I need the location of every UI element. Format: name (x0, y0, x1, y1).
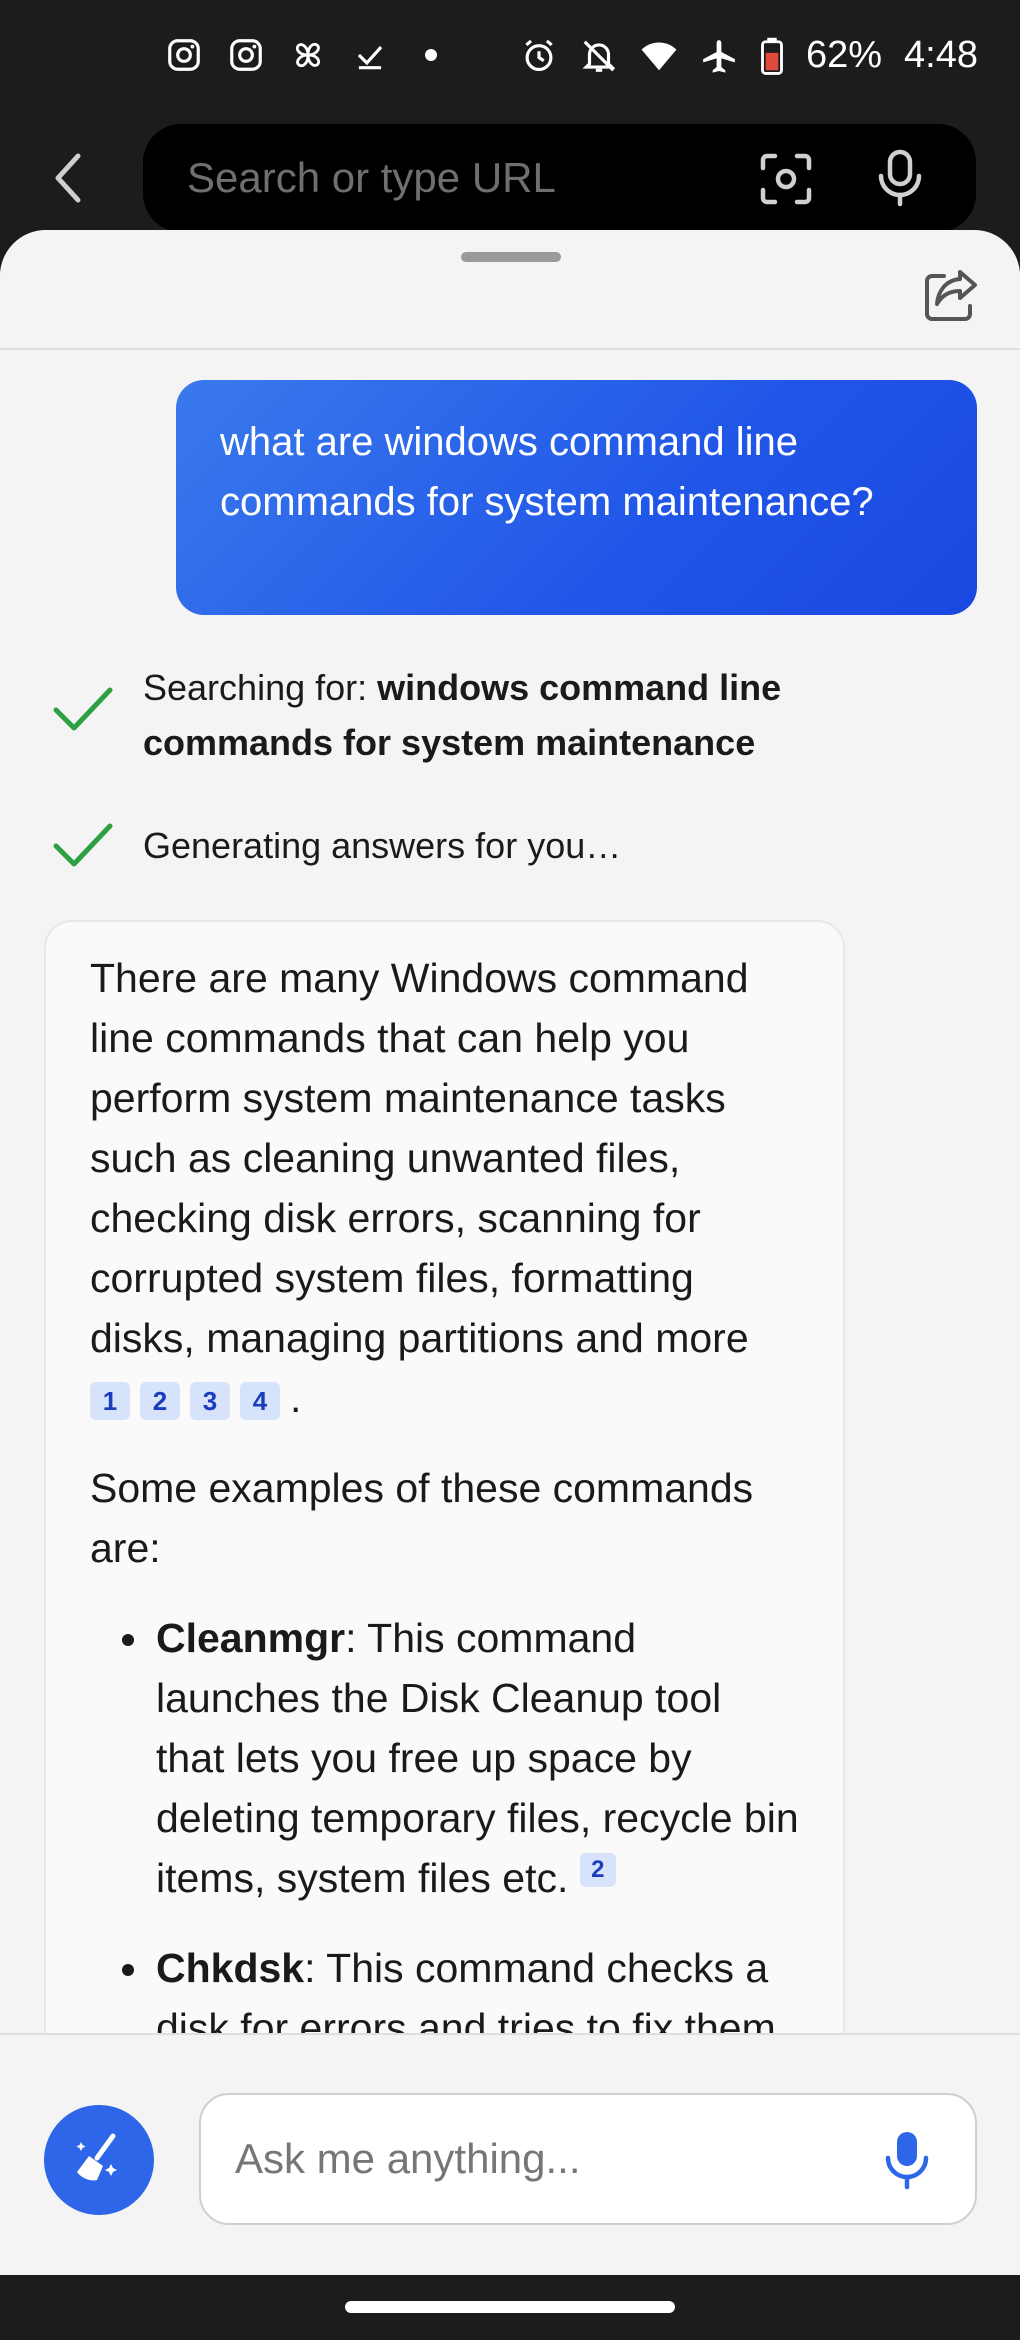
back-button[interactable] (40, 148, 100, 208)
list-item: Cleanmgr: This command launches the Disk… (90, 1608, 799, 1908)
voice-input-button[interactable] (881, 2129, 933, 2191)
ask-placeholder: Ask me anything... (235, 2135, 581, 2182)
broom-icon (76, 2133, 117, 2181)
share-button[interactable] (920, 264, 982, 326)
url-placeholder: Search or type URL (187, 154, 556, 201)
sheet-header (0, 230, 1020, 350)
chevron-left-icon (55, 153, 81, 203)
citation-badge[interactable]: 2 (140, 1382, 180, 1421)
search-step-text: Searching for: windows command line comm… (143, 660, 943, 770)
navigation-bar (0, 2275, 1020, 2340)
check-icon (351, 36, 389, 74)
examples-heading: Some examples of these commands are: (90, 1465, 754, 1571)
citation-badge[interactable]: 2 (579, 1853, 616, 1888)
share-icon (925, 270, 977, 321)
citation-badge[interactable]: 3 (190, 1382, 230, 1421)
url-input[interactable]: Search or type URL (143, 124, 976, 232)
instagram-icon (165, 36, 203, 74)
microphone-icon (878, 149, 922, 207)
chat-input-bar: Ask me anything... (0, 2033, 1020, 2275)
search-step-label: Searching for: (143, 667, 378, 708)
clock: 4:48 (904, 34, 978, 76)
wifi-icon (640, 37, 678, 75)
status-bar-system: 62% 4:48 (520, 34, 978, 77)
command-list: Cleanmgr: This command launches the Disk… (90, 1608, 799, 2058)
scan-icon (760, 153, 812, 205)
alarm-icon (520, 37, 558, 75)
checkmark-icon (53, 687, 113, 731)
command-name: Chkdsk (156, 1945, 305, 1991)
battery-icon (760, 37, 784, 75)
answer-intro-text: There are many Windows command line comm… (90, 955, 749, 1361)
browser-toolbar: Search or type URL (0, 118, 1020, 236)
status-bar-notifications (165, 36, 437, 74)
user-message-bubble: what are windows command line commands f… (176, 380, 977, 615)
ask-input[interactable]: Ask me anything... (199, 2093, 977, 2225)
chat-sheet: what are windows command line commands f… (0, 230, 1020, 2275)
scan-button[interactable] (759, 152, 813, 206)
instagram-icon (227, 36, 265, 74)
microphone-icon (885, 2132, 929, 2190)
citation-badge[interactable]: 4 (240, 1382, 280, 1421)
home-gesture-handle[interactable] (345, 2301, 675, 2313)
voice-search-button[interactable] (873, 148, 927, 208)
pinwheel-icon (289, 36, 327, 74)
generating-step-text: Generating answers for you… (143, 825, 622, 866)
battery-percent: 62% (805, 34, 883, 76)
answer-intro-end: . (290, 1375, 302, 1421)
citation-badge[interactable]: 1 (90, 1382, 130, 1421)
dot-icon (425, 49, 437, 61)
status-bar: 62% 4:48 (0, 0, 1020, 118)
new-topic-button[interactable] (44, 2105, 154, 2215)
mute-icon (580, 37, 618, 75)
command-name: Cleanmgr (156, 1615, 346, 1661)
checkmark-icon (53, 823, 113, 867)
sheet-drag-handle[interactable] (461, 252, 561, 262)
airplane-icon (700, 37, 738, 75)
answer-intro: There are many Windows command line comm… (90, 948, 799, 1428)
